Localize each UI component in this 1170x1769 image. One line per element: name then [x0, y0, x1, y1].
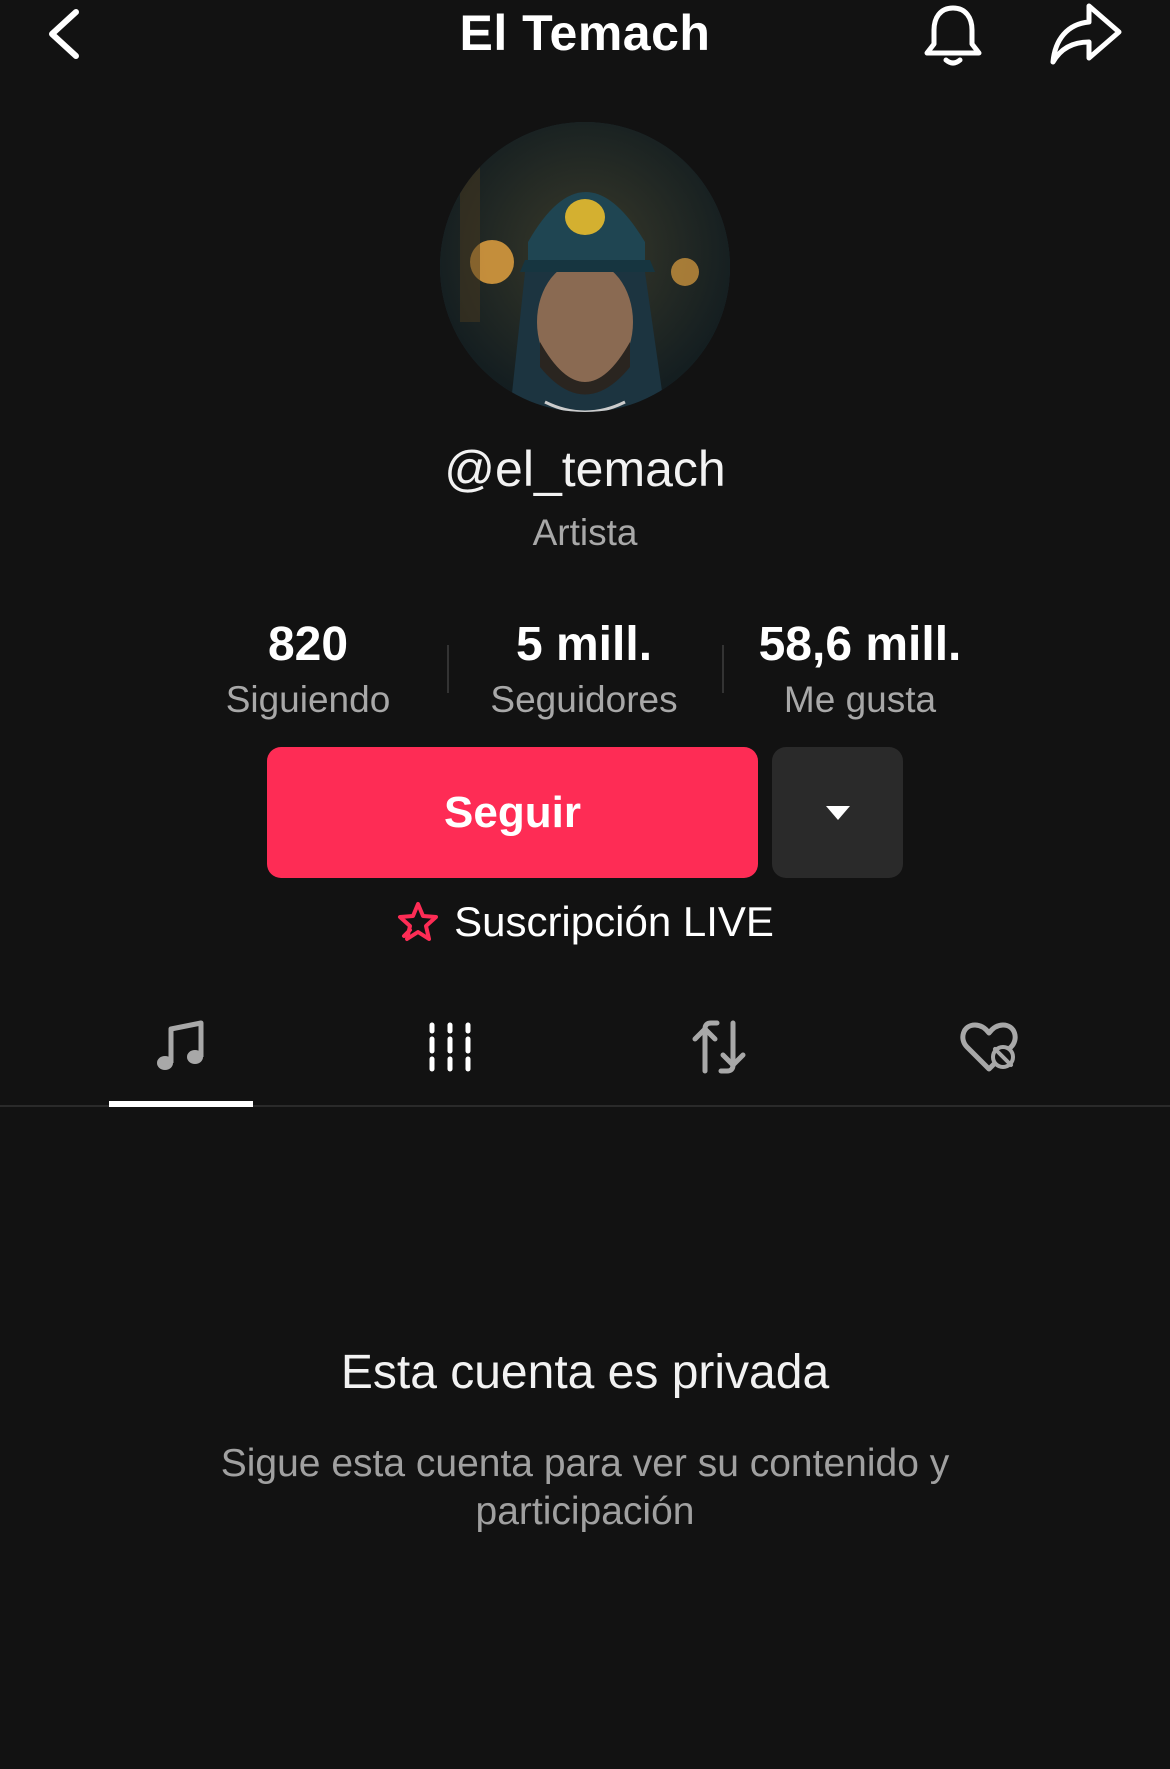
- content-tabs: [0, 1005, 1170, 1107]
- stat-following[interactable]: 820 Siguiendo: [178, 615, 438, 725]
- active-tab-indicator: [109, 1101, 253, 1107]
- live-subscription-link[interactable]: Suscripción LIVE: [0, 898, 1170, 956]
- stat-value: 820: [267, 618, 349, 671]
- username: @el_temach: [444, 441, 726, 497]
- private-account-title: Esta cuenta es privada: [340, 1346, 830, 1399]
- bell-icon: [924, 5, 982, 66]
- tab-liked[interactable]: [917, 1005, 1061, 1105]
- stat-value: 58,6 mill.: [758, 618, 962, 671]
- star-badge-icon: [398, 902, 439, 941]
- heart-hidden-icon: [960, 1022, 1018, 1072]
- caret-down-icon: [825, 805, 850, 820]
- share-button[interactable]: [1045, 0, 1125, 70]
- stat-likes[interactable]: 58,6 mill. Me gusta: [730, 615, 990, 725]
- follow-button[interactable]: Seguir: [267, 747, 758, 878]
- more-options-button[interactable]: [772, 747, 903, 878]
- repost-icon: [692, 1020, 746, 1074]
- top-bar: El Temach: [0, 0, 1170, 70]
- avatar-image: [440, 122, 730, 412]
- private-account-message: Sigue esta cuenta para ver su contenido …: [220, 1442, 950, 1533]
- notifications-button[interactable]: [918, 0, 988, 70]
- music-note-icon: [157, 1020, 204, 1070]
- stat-value: 5 mill.: [515, 618, 653, 671]
- profile-avatar[interactable]: [440, 122, 730, 412]
- stat-divider: [447, 645, 449, 693]
- stat-label: Seguidores: [490, 679, 678, 720]
- stat-divider: [722, 645, 724, 693]
- account-category: Artista: [532, 512, 638, 553]
- grid-columns-icon: [429, 1022, 471, 1072]
- stat-label: Siguiendo: [225, 679, 391, 720]
- stat-label: Me gusta: [783, 679, 937, 720]
- tab-videos[interactable]: [378, 1005, 522, 1105]
- tab-reposts[interactable]: [647, 1005, 791, 1105]
- page-title: El Temach: [459, 5, 711, 61]
- share-arrow-icon: [1050, 3, 1122, 65]
- live-subscription-label: Suscripción LIVE: [454, 898, 774, 945]
- tab-music[interactable]: [109, 1005, 253, 1107]
- stat-followers[interactable]: 5 mill. Seguidores: [454, 615, 714, 725]
- profile-stats: 820 Siguiendo 5 mill. Seguidores 58,6 mi…: [0, 615, 1170, 725]
